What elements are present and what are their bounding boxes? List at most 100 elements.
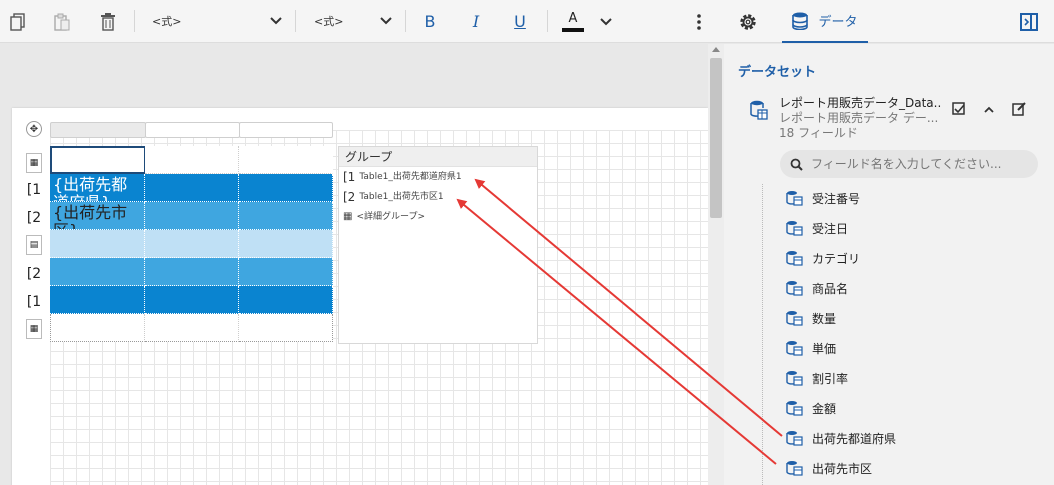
row-handle-group2[interactable]: [2 <box>26 207 42 229</box>
move-handle-icon[interactable]: ✥ <box>26 121 42 137</box>
field-database-icon <box>786 311 803 326</box>
field-label: カテゴリ <box>812 251 861 266</box>
field-item[interactable]: 単価 <box>786 337 836 359</box>
table-cell[interactable] <box>50 286 145 314</box>
field-item[interactable]: 商品名 <box>786 277 848 299</box>
table-header-row-icon[interactable]: ▦ <box>26 153 42 173</box>
font-color-swatch <box>562 27 584 32</box>
field-item[interactable]: 出荷先市区 <box>786 457 872 479</box>
field-database-icon <box>786 461 803 476</box>
paste-icon[interactable] <box>50 0 74 43</box>
panel-toggle-icon[interactable] <box>1018 0 1040 43</box>
toolbar-divider <box>134 10 135 32</box>
bold-button[interactable]: B <box>417 0 443 43</box>
select-1-value: <式> <box>152 15 182 28</box>
table-cell[interactable] <box>145 202 239 230</box>
field-item[interactable]: 割引率 <box>786 367 848 389</box>
expression-select-1[interactable]: <式> <box>152 8 282 34</box>
column-header-2[interactable] <box>145 122 240 138</box>
detail-group-icon: ▦ <box>343 211 353 222</box>
table-footer-row-icon[interactable]: ▦ <box>26 319 42 339</box>
field-item[interactable]: 数量 <box>786 307 836 329</box>
chevron-up-icon[interactable] <box>980 100 998 118</box>
font-color-button[interactable]: A <box>560 0 586 43</box>
edit-icon[interactable] <box>1010 100 1028 118</box>
report-page[interactable]: ✥ ▦ [1 [2 ▤ [2 [1 ▦ {出荷先都道府県} {出荷先市区} <box>12 108 708 485</box>
group-level-label: [2 <box>343 190 356 204</box>
chevron-down-icon <box>270 17 282 25</box>
edit-fields-icon[interactable] <box>950 100 968 118</box>
row-handle-group2-footer[interactable]: [2 <box>26 263 42 285</box>
group-item-detail[interactable]: ▦ <詳細グループ> <box>339 207 537 227</box>
field-database-icon <box>786 251 803 266</box>
scroll-thumb[interactable] <box>710 58 722 218</box>
table-cell[interactable] <box>145 314 239 342</box>
row-handle-group1[interactable]: [1 <box>26 179 42 201</box>
table-cell[interactable] <box>239 202 333 230</box>
table-cell-prefecture[interactable]: {出荷先都道府県} <box>50 174 145 202</box>
table-cell[interactable] <box>239 146 333 174</box>
field-label: 数量 <box>812 311 837 326</box>
font-color-dropdown[interactable] <box>596 0 616 43</box>
group-item-city[interactable]: [2 Table1_出荷先市区1 <box>339 187 537 207</box>
table-cell[interactable] <box>145 258 239 286</box>
table-cell-city[interactable]: {出荷先市区} <box>50 202 145 230</box>
gear-icon[interactable] <box>736 0 760 43</box>
field-label: 受注番号 <box>812 191 861 206</box>
table-cell[interactable] <box>145 174 239 202</box>
group-item-prefecture[interactable]: [1 Table1_出荷先都道府県1 <box>339 167 537 187</box>
field-database-icon <box>786 191 803 206</box>
field-label: 受注日 <box>812 221 849 236</box>
table-cell[interactable] <box>239 314 333 342</box>
table-cell[interactable] <box>239 286 333 314</box>
toolbar: <式> <式> B I U A データ <box>0 0 1054 43</box>
expression-select-2[interactable]: <式> <box>314 8 392 34</box>
table-cell[interactable] <box>145 146 239 174</box>
table-cell-detail[interactable] <box>239 230 333 258</box>
report-canvas[interactable]: ✥ ▦ [1 [2 ▤ [2 [1 ▦ {出荷先都道府県} {出荷先市区} <box>0 44 708 485</box>
row-handle-group1-footer[interactable]: [1 <box>26 291 42 313</box>
detail-row-icon[interactable]: ▤ <box>26 235 42 255</box>
field-item[interactable]: 金額 <box>786 397 836 419</box>
underline-button[interactable]: U <box>507 0 533 43</box>
column-header-3[interactable] <box>239 122 333 138</box>
field-database-icon <box>786 371 803 386</box>
dataset-section-title: データセット <box>738 65 817 80</box>
table-cell[interactable] <box>50 314 145 342</box>
field-label: 出荷先都道府県 <box>812 431 897 446</box>
toolbar-divider <box>295 10 296 32</box>
dataset-icon <box>750 100 768 120</box>
field-item[interactable]: 受注日 <box>786 217 848 239</box>
italic-button[interactable]: I <box>463 0 489 43</box>
table-cell-selected[interactable] <box>50 146 146 174</box>
table-cell-detail[interactable] <box>145 230 239 258</box>
group-item-label: Table1_出荷先都道府県1 <box>359 172 462 182</box>
more-options-icon[interactable] <box>690 0 708 43</box>
table-cell-detail[interactable] <box>50 230 145 258</box>
field-database-icon <box>786 341 803 356</box>
field-item[interactable]: カテゴリ <box>786 247 860 269</box>
copy-icon[interactable] <box>6 0 30 43</box>
column-header-1[interactable] <box>50 122 146 138</box>
chevron-down-icon <box>600 17 612 25</box>
database-icon <box>792 12 809 30</box>
scroll-up-arrow-icon[interactable] <box>712 47 720 52</box>
data-sidebar: データセット レポート用販売データ_Data... レポート用販売データ デー.… <box>724 44 1054 485</box>
delete-icon[interactable] <box>96 0 120 43</box>
field-label: 単価 <box>812 341 837 356</box>
field-database-icon <box>786 401 803 416</box>
canvas-scrollbar[interactable] <box>708 44 724 485</box>
table-cell[interactable] <box>145 286 239 314</box>
field-label: 割引率 <box>812 371 849 386</box>
field-item[interactable]: 出荷先都道府県 <box>786 427 896 449</box>
field-item[interactable]: 受注番号 <box>786 187 860 209</box>
table-cell[interactable] <box>239 258 333 286</box>
search-input[interactable] <box>811 157 1031 171</box>
tab-data[interactable]: データ <box>782 0 868 43</box>
field-label: 出荷先市区 <box>812 461 873 476</box>
table-cell[interactable] <box>50 258 145 286</box>
field-label: 金額 <box>812 401 837 416</box>
field-count: 18 フィールド <box>779 126 858 140</box>
field-search[interactable] <box>780 150 1038 178</box>
table-cell[interactable] <box>239 174 333 202</box>
